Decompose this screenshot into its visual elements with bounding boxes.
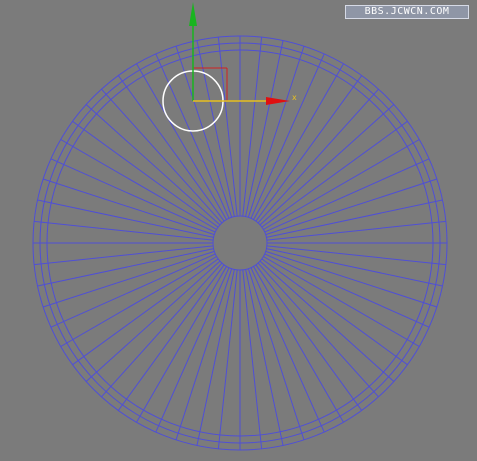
- x-axis-label: x: [292, 93, 297, 102]
- watermark: BBS.JCWCN.COM: [345, 5, 469, 19]
- x-axis-arrow[interactable]: [266, 97, 290, 105]
- viewport[interactable]: x BBS.JCWCN.COM: [0, 0, 477, 461]
- y-axis-arrow[interactable]: [189, 2, 197, 26]
- transform-gizmo[interactable]: x: [0, 0, 477, 461]
